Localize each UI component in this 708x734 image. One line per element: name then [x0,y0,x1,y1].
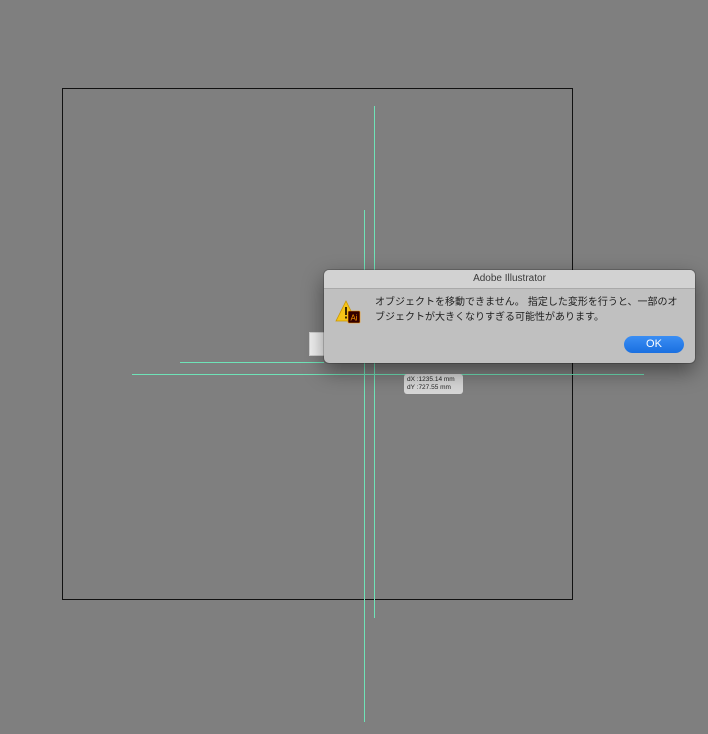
alert-dialog: Adobe Illustrator Ai オブジェクトを移動できません。 指定し… [324,270,695,363]
illustrator-app-icon: Ai [347,310,361,324]
ai-badge-text: Ai [350,314,357,323]
warning-icon: Ai [335,300,361,324]
dialog-title: Adobe Illustrator [324,270,695,289]
horizontal-guide-1[interactable] [180,362,324,363]
dy-readout: dY :727.55 mm [407,384,451,391]
move-measure-tooltip: dX :1235.14 mm dY :727.55 mm [404,374,463,394]
dialog-message: オブジェクトを移動できません。 指定した変形を行うと、一部のオブジェクトが大きく… [375,297,678,323]
dx-readout: dX :1235.14 mm [407,376,455,383]
horizontal-guide-2[interactable] [132,374,644,375]
ok-button[interactable]: OK [624,336,684,353]
